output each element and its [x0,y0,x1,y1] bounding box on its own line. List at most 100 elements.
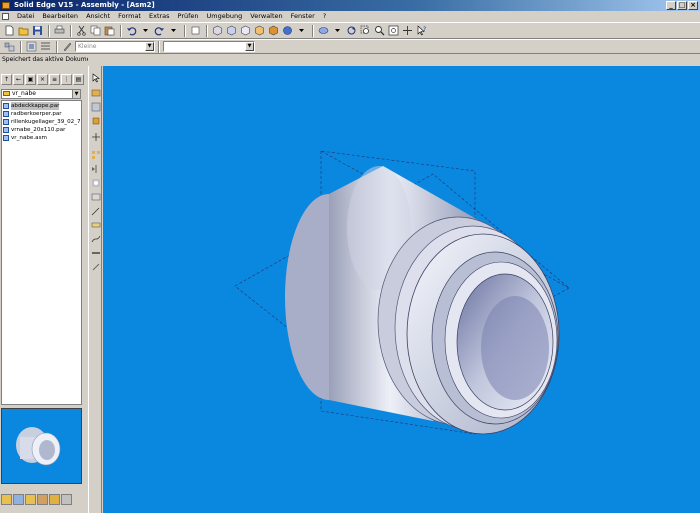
menu-bearbeiten[interactable]: Bearbeiten [38,11,82,22]
3d-viewport[interactable] [103,66,700,513]
chevron-down-icon[interactable]: ▼ [145,42,154,51]
undo-icon[interactable] [125,25,137,37]
format-toolbar: Kleine ▼ ▼ [0,39,700,54]
pattern-icon[interactable] [91,150,101,160]
style-icon[interactable] [61,41,73,53]
render-sphere-icon[interactable] [281,25,293,37]
new-folder-icon[interactable]: ▣ [25,74,36,85]
app-icon [2,2,10,9]
chevron-down-icon[interactable]: ▼ [72,90,80,98]
paste-icon[interactable] [103,25,115,37]
list-item[interactable]: vr_nabe.asm [2,134,81,142]
zoom-area-icon[interactable] [359,25,371,37]
delete-icon[interactable]: × [37,74,48,85]
svg-text:?: ? [423,26,426,33]
standard-toolbar: ? [0,22,700,39]
details-view-icon[interactable]: ⋮ [61,74,72,85]
save-icon[interactable] [31,25,43,37]
folder-combo[interactable]: vr_nabe ▼ [1,89,81,99]
list-item-label: vrnabe_20x110.par [11,127,66,133]
sketch-icon[interactable] [91,206,101,216]
select-icon[interactable] [189,25,201,37]
redo-dropdown-icon[interactable] [167,25,179,37]
assembly-model[interactable] [103,66,700,513]
hole-icon[interactable] [91,178,101,188]
zoom-icon[interactable] [373,25,385,37]
feature-icon[interactable] [49,494,60,505]
render-dropdown-icon[interactable] [295,25,307,37]
view-top-icon[interactable] [239,25,251,37]
folder-icon[interactable] [25,494,36,505]
list-item-label: radberkoerper.par [11,111,62,117]
display-dropdown-icon[interactable] [331,25,343,37]
wire-harness-icon[interactable] [91,234,101,244]
display-mode-icon[interactable] [317,25,329,37]
pathfinder-bottom-toolbar [1,494,72,508]
rotate-icon[interactable] [345,25,357,37]
menu-bar: Datei Bearbeiten Ansicht Format Extras P… [0,11,700,22]
view-iso-icon[interactable] [211,25,223,37]
copy-icon[interactable] [89,25,101,37]
view-right-icon[interactable] [253,25,265,37]
frame-icon[interactable] [91,220,101,230]
list-item-label: abdeckkappe.par [11,102,60,110]
assemble-icon[interactable] [91,102,101,112]
layer-list-icon[interactable] [39,41,51,53]
view-front-icon[interactable] [225,25,237,37]
print-icon[interactable] [53,25,65,37]
cut-icon[interactable] [75,25,87,37]
library-icon[interactable] [37,494,48,505]
redo-icon[interactable] [153,25,165,37]
layer-icon[interactable] [25,41,37,53]
menu-verwalten[interactable]: Verwalten [246,11,286,22]
properties-icon[interactable]: ▤ [73,74,84,85]
menu-pruefen[interactable]: Prüfen [174,11,203,22]
mate-icon[interactable] [91,132,101,142]
menu-ansicht[interactable]: Ansicht [82,11,114,22]
assembly-icon[interactable] [13,494,24,505]
menu-format[interactable]: Format [114,11,145,22]
new-icon[interactable] [3,25,15,37]
document-icon[interactable] [1,494,12,505]
view-style-combo[interactable]: ▼ [163,41,255,52]
window-title: Solid Edge V15 - Assembly - [Asm2] [14,1,155,9]
close-button[interactable]: × [688,1,698,10]
select-tool-icon[interactable] [91,73,101,83]
list-item[interactable]: radberkoerper.par [2,110,81,118]
part-file-icon [3,103,9,109]
undo-dropdown-icon[interactable] [139,25,151,37]
document-icon[interactable] [2,13,9,20]
hub-part[interactable] [285,166,560,435]
assembly-icon[interactable] [3,41,15,53]
menu-extras[interactable]: Extras [145,11,174,22]
pathfinder-toolbar: ↑ ← ▣ × ≡ ⋮ ▤ [1,74,84,87]
chevron-down-icon[interactable]: ▼ [245,42,254,51]
menu-umgebung[interactable]: Umgebung [203,11,247,22]
list-view-icon[interactable]: ≡ [49,74,60,85]
face-style-combo[interactable]: Kleine ▼ [75,41,155,52]
cutout-icon[interactable] [91,192,101,202]
open-folder-icon[interactable] [17,25,29,37]
fit-icon[interactable] [387,25,399,37]
list-item[interactable]: vrnabe_20x110.par [2,126,81,134]
list-item[interactable]: abdeckkappe.par [2,102,81,110]
whats-this-help-icon[interactable]: ? [415,25,427,37]
explode-icon[interactable] [91,262,101,272]
shaded-icon[interactable] [267,25,279,37]
menu-fenster[interactable]: Fenster [287,11,319,22]
title-bar: Solid Edge V15 - Assembly - [Asm2] _ □ × [0,0,700,11]
list-item[interactable]: rillenkugellager_39_02_7.p [2,118,81,126]
minimize-button[interactable]: _ [666,1,676,10]
assembly-feature-toolbar [88,66,102,513]
maximize-button[interactable]: □ [677,1,687,10]
layers-icon[interactable] [61,494,72,505]
mirror-icon[interactable] [91,164,101,174]
place-part-icon[interactable] [91,88,101,98]
pipe-icon[interactable] [91,248,101,258]
menu-datei[interactable]: Datei [13,11,38,22]
back-icon[interactable]: ← [13,74,24,85]
constraint-icon[interactable] [91,116,101,126]
up-folder-icon[interactable]: ↑ [1,74,12,85]
pan-icon[interactable] [401,25,413,37]
menu-help[interactable]: ? [319,11,330,22]
